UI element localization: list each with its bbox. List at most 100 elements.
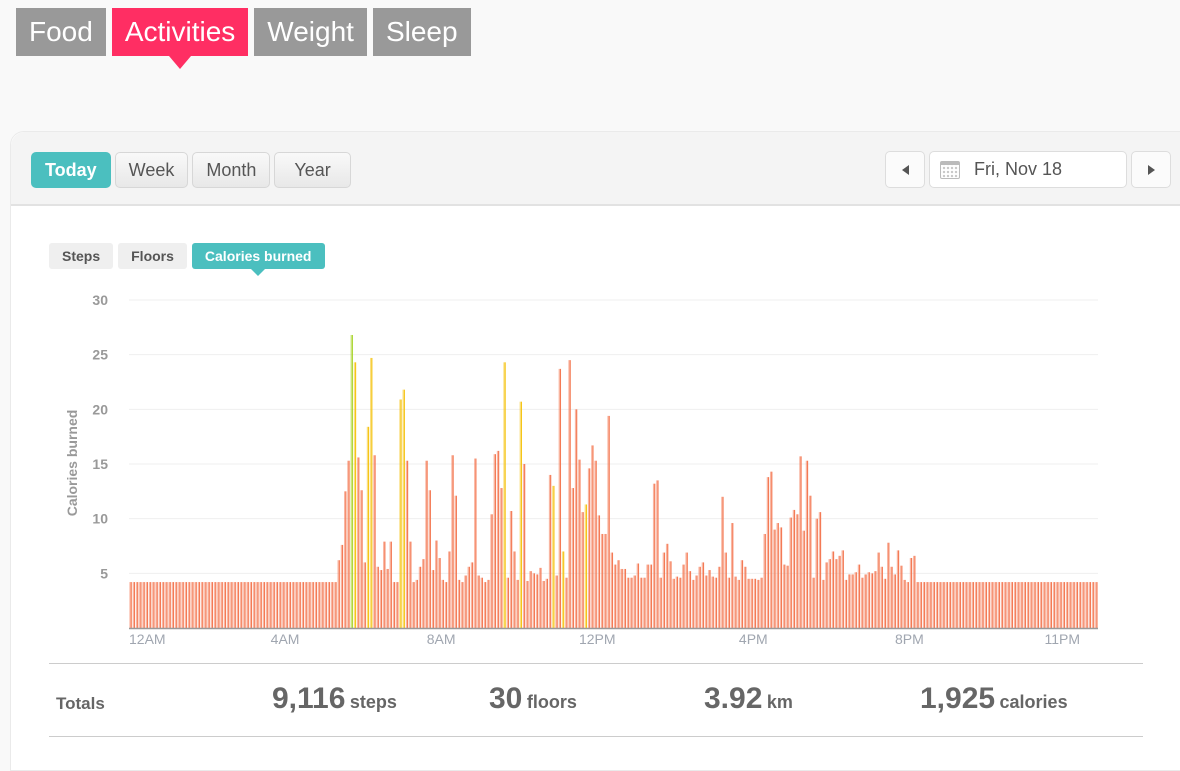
chart-bar-left bbox=[721, 496, 723, 628]
chart-bar-left bbox=[383, 541, 385, 628]
date-picker[interactable]: Fri, Nov 18 bbox=[929, 151, 1127, 188]
range-month-button[interactable]: Month bbox=[192, 152, 271, 188]
chart-bar bbox=[418, 566, 422, 628]
chart-bar bbox=[256, 582, 259, 628]
chart-bar bbox=[451, 455, 454, 628]
chart-bar bbox=[968, 582, 971, 628]
chart-bar-left bbox=[831, 551, 833, 628]
tab-food[interactable]: Food bbox=[16, 8, 106, 56]
total-distance: 3.92 km bbox=[704, 682, 793, 716]
chart-bar-right bbox=[585, 504, 588, 628]
chart-bar-right bbox=[897, 550, 900, 628]
chart-bar bbox=[818, 512, 822, 628]
chart-bar bbox=[490, 514, 493, 628]
chart-bar-right bbox=[263, 582, 266, 628]
chart-bar bbox=[857, 564, 861, 628]
chart-bar-left bbox=[662, 552, 664, 628]
chart-bar-right bbox=[416, 579, 418, 628]
chart-bar bbox=[646, 564, 649, 628]
chart-bar-right bbox=[296, 582, 298, 628]
chart-bar-right bbox=[361, 490, 363, 628]
chart-bar-right bbox=[159, 582, 162, 628]
chart-bar-left bbox=[500, 488, 502, 628]
chart-bar-left bbox=[974, 582, 977, 628]
chart-bar-left bbox=[665, 543, 668, 628]
chart-bar-left bbox=[487, 579, 489, 628]
chart-bar-left bbox=[922, 582, 925, 628]
chart-bar bbox=[129, 582, 132, 628]
chart-bar-left bbox=[314, 582, 316, 628]
chart-bar bbox=[519, 401, 523, 628]
chart-bar-right bbox=[670, 561, 672, 628]
next-day-button[interactable] bbox=[1131, 151, 1171, 188]
chart-bar-right bbox=[393, 582, 396, 628]
chart-bar-right bbox=[751, 578, 753, 628]
chart-bar bbox=[324, 582, 327, 628]
triangle-left-icon bbox=[901, 164, 909, 175]
chart-bar bbox=[864, 574, 867, 628]
chart-bar bbox=[659, 577, 662, 628]
chart-bar-right bbox=[400, 399, 402, 628]
chart-bar-right bbox=[663, 552, 666, 628]
metric-tab-steps[interactable]: Steps bbox=[49, 243, 114, 269]
tab-sleep[interactable]: Sleep bbox=[372, 8, 471, 56]
chart-bar bbox=[737, 579, 740, 628]
chart-bar bbox=[896, 550, 900, 628]
chart-bar-right bbox=[462, 582, 464, 628]
previous-day-button[interactable] bbox=[885, 151, 925, 188]
chart-bar bbox=[409, 541, 412, 628]
chart-bar bbox=[961, 582, 965, 628]
chart-bar bbox=[704, 575, 708, 628]
chart-bar bbox=[769, 471, 773, 628]
chart-bar bbox=[532, 573, 536, 628]
chart-bar-left bbox=[239, 582, 242, 628]
chart-bar-right bbox=[234, 582, 236, 628]
chart-bar-left bbox=[724, 552, 726, 628]
tab-weight[interactable]: Weight bbox=[254, 8, 367, 56]
chart-bar-right bbox=[758, 579, 760, 628]
tab-activities[interactable]: Activities bbox=[111, 8, 249, 69]
chart-bar bbox=[678, 577, 682, 628]
chart-bar-right bbox=[579, 459, 581, 628]
chart-bar bbox=[779, 527, 783, 628]
chart-bar-left bbox=[187, 582, 190, 628]
chart-bar bbox=[165, 582, 168, 628]
chart-bar bbox=[639, 577, 643, 628]
chart-bar bbox=[236, 582, 240, 628]
chart-bar bbox=[591, 445, 594, 628]
chart-bar bbox=[958, 582, 961, 628]
chart-bar-right bbox=[647, 564, 649, 628]
chart-bar bbox=[168, 582, 171, 628]
chart-bar-left bbox=[334, 582, 336, 628]
chart-bar-right bbox=[341, 544, 344, 628]
chart-bar-right bbox=[270, 582, 272, 628]
chart-bar-left bbox=[386, 568, 388, 628]
chart-bar-left bbox=[630, 577, 632, 628]
metric-tab-floors[interactable]: Floors bbox=[118, 243, 187, 269]
chart-bar-left bbox=[552, 485, 554, 628]
chart-bar bbox=[945, 582, 948, 628]
chart-bar bbox=[753, 578, 757, 628]
chart-bar-right bbox=[530, 571, 532, 628]
chart-bar-right bbox=[429, 490, 431, 628]
chart-bar bbox=[174, 582, 178, 628]
chart-bar bbox=[360, 490, 363, 628]
chart-bar-right bbox=[1011, 582, 1014, 628]
range-today-button[interactable]: Today bbox=[31, 152, 111, 188]
chart-bar-right bbox=[485, 582, 487, 628]
metric-tab-calories-burned[interactable]: Calories burned bbox=[191, 243, 325, 276]
chart-bar bbox=[561, 551, 565, 628]
chart-bar-right bbox=[491, 514, 493, 628]
chart-bar-left bbox=[181, 582, 183, 628]
chart-bar-left bbox=[678, 577, 681, 628]
chart-bar-left bbox=[633, 575, 635, 628]
chart-bar-right bbox=[826, 562, 828, 628]
chart-bar bbox=[721, 496, 724, 628]
chart-bar bbox=[331, 582, 334, 628]
chart-bar-right bbox=[140, 582, 142, 628]
chart-bar-left bbox=[734, 576, 736, 628]
range-week-button[interactable]: Week bbox=[114, 152, 189, 188]
range-year-button[interactable]: Year bbox=[274, 152, 351, 188]
chart-bar-left bbox=[623, 568, 625, 628]
chart-bar-left bbox=[340, 544, 342, 628]
